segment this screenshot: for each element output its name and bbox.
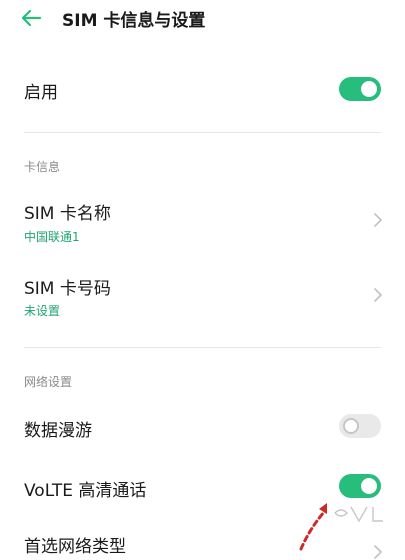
section-title-card-info: 卡信息 <box>24 160 61 174</box>
enable-row[interactable]: 启用 <box>0 62 405 118</box>
sim-number-row[interactable]: SIM 卡号码 未设置 <box>0 266 405 324</box>
sim-name-value: 中国联通1 <box>24 230 80 244</box>
sim-number-label: SIM 卡号码 <box>24 279 111 299</box>
divider <box>24 347 381 348</box>
sim-name-label: SIM 卡名称 <box>24 204 111 224</box>
page-title: SIM 卡信息与设置 <box>62 11 206 31</box>
section-title-network: 网络设置 <box>24 375 73 389</box>
sim-number-value: 未设置 <box>24 304 61 318</box>
sim-name-row[interactable]: SIM 卡名称 中国联通1 <box>0 190 405 248</box>
data-roaming-row[interactable]: 数据漫游 <box>0 400 405 454</box>
chevron-right-icon <box>374 213 382 227</box>
toggle-knob <box>343 418 359 434</box>
data-roaming-label: 数据漫游 <box>24 421 92 441</box>
back-arrow-icon[interactable] <box>18 6 44 30</box>
divider <box>24 132 381 133</box>
enable-toggle[interactable] <box>339 77 381 101</box>
annotation-arrow-watermark <box>299 503 383 551</box>
enable-label: 启用 <box>24 83 58 103</box>
toggle-knob <box>361 81 377 97</box>
chevron-right-icon <box>374 288 382 302</box>
data-roaming-toggle[interactable] <box>339 414 381 438</box>
top-app-bar: SIM 卡信息与设置 <box>0 0 405 38</box>
volte-label: VoLTE 高清通话 <box>24 481 147 501</box>
preferred-network-label: 首选网络类型 <box>24 537 126 557</box>
